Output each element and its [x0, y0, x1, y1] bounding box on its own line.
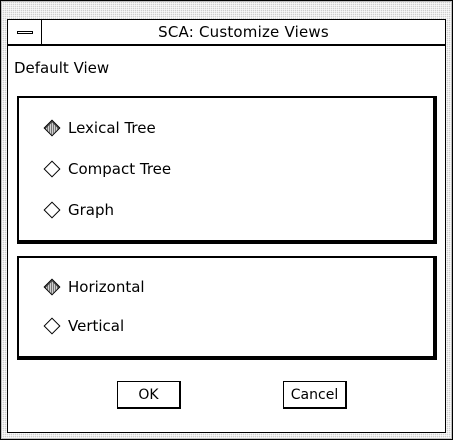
radio-horizontal[interactable]: Horizontal	[42, 278, 145, 296]
cancel-button[interactable]: Cancel	[283, 381, 347, 409]
radio-label: Horizontal	[68, 278, 145, 296]
radio-vertical[interactable]: Vertical	[42, 317, 124, 335]
window-menu-button[interactable]	[8, 20, 42, 44]
orientation-group	[17, 256, 437, 360]
radio-graph[interactable]: Graph	[42, 201, 114, 219]
ok-button[interactable]: OK	[117, 381, 181, 409]
radio-label: Graph	[68, 201, 115, 219]
radio-selected-icon	[43, 278, 61, 296]
radio-unselected-icon	[43, 317, 61, 335]
title-bar[interactable]: SCA: Customize Views	[7, 19, 446, 45]
radio-label: Vertical	[68, 317, 125, 335]
default-view-heading: Default View	[14, 59, 110, 77]
radio-label: Compact Tree	[68, 160, 172, 178]
radio-lexical-tree[interactable]: Lexical Tree	[42, 119, 156, 137]
window-menu-icon	[17, 31, 33, 34]
radio-selected-icon	[43, 119, 61, 137]
radio-unselected-icon	[43, 160, 61, 178]
radio-compact-tree[interactable]: Compact Tree	[42, 160, 171, 178]
radio-label: Lexical Tree	[68, 119, 156, 137]
window-title: SCA: Customize Views	[158, 23, 329, 41]
radio-unselected-icon	[43, 201, 61, 219]
